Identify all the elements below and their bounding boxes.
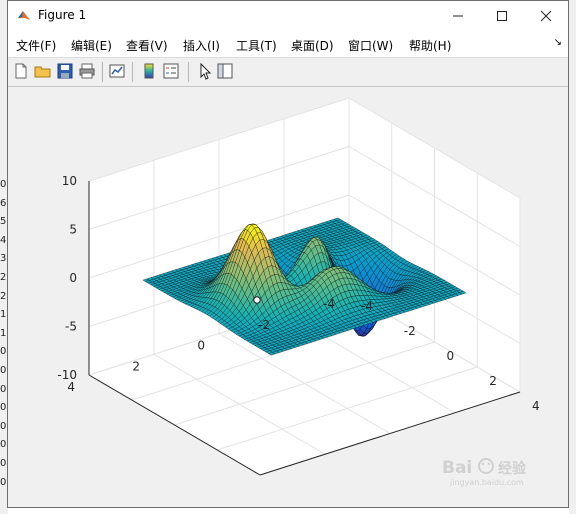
svg-text:jingyan.baidu.com: jingyan.baidu.com — [449, 478, 524, 487]
svg-text:Bai: Bai — [442, 458, 472, 478]
svg-text:经验: 经验 — [498, 460, 527, 477]
menu-bar: 文件(F) 编辑(E) 查看(V) 插入(I) 工具(T) 桌面(D) 窗口(W… — [8, 31, 568, 57]
z-tick-label: 0 — [69, 271, 77, 285]
window-title: Figure 1 — [38, 8, 87, 22]
background-window-right — [569, 0, 576, 514]
menu-file[interactable]: 文件(F) — [16, 37, 56, 54]
figure-window: Figure 1 文件(F) 编辑(E) 查看(V) 插入(I) 工具(T) 桌… — [7, 0, 569, 508]
toolbar-separator — [188, 62, 189, 82]
link-plot-icon[interactable] — [108, 62, 126, 80]
save-icon[interactable] — [56, 62, 74, 80]
close-button[interactable] — [524, 1, 568, 31]
x-tick-label: -4 — [361, 299, 373, 313]
x-tick-label: 2 — [489, 374, 497, 388]
toolbar — [8, 57, 568, 87]
insert-colorbar-icon[interactable] — [140, 62, 158, 80]
menu-insert[interactable]: 插入(I) — [183, 37, 220, 54]
z-tick-label: 5 — [69, 223, 77, 237]
minimize-button[interactable] — [436, 1, 480, 31]
surface-plot[interactable]: 1050-5-10420-2-4 -4-2024 — [8, 87, 568, 507]
menu-edit[interactable]: 编辑(E) — [71, 37, 112, 54]
baidu-watermark: Bai 经验 jingyan.baidu.com — [442, 458, 527, 487]
matlab-logo-icon — [18, 11, 30, 20]
edit-plot-icon[interactable] — [196, 62, 214, 80]
close-icon — [540, 10, 552, 22]
menu-desktop[interactable]: 桌面(D) — [291, 37, 334, 54]
maximize-button[interactable] — [480, 1, 524, 31]
open-file-icon[interactable] — [34, 62, 52, 80]
y-tick-label: 0 — [197, 339, 205, 353]
menu-help[interactable]: 帮助(H) — [409, 37, 451, 54]
print-icon[interactable] — [78, 62, 96, 80]
property-inspector-icon[interactable] — [216, 62, 234, 80]
new-figure-icon[interactable] — [12, 62, 30, 80]
maximize-icon — [497, 11, 507, 21]
x-tick-label: -2 — [404, 324, 416, 338]
figure-canvas: 10 5 0 -5 -10 4 2 0 -2 -4 -4 -2 0 2 4 — [8, 87, 568, 507]
minimize-icon — [453, 15, 463, 17]
title-bar: Figure 1 — [8, 1, 568, 31]
y-tick-label: -2 — [258, 318, 270, 332]
toolbar-separator — [102, 62, 103, 82]
y-tick-label: 2 — [132, 359, 140, 373]
menu-tools[interactable]: 工具(T) — [236, 37, 277, 54]
dock-arrow-icon[interactable]: ↘ — [554, 37, 562, 48]
z-tick-label: 10 — [62, 174, 77, 188]
y-tick-label: -4 — [323, 297, 335, 311]
data-cursor-marker[interactable] — [253, 296, 261, 304]
insert-legend-icon[interactable] — [162, 62, 180, 80]
menu-window[interactable]: 窗口(W) — [348, 37, 393, 54]
x-tick-label: 4 — [532, 399, 540, 413]
z-tick-label: -5 — [65, 320, 77, 334]
y-tick-label: 4 — [67, 380, 75, 394]
x-tick-label: 0 — [447, 349, 455, 363]
menu-view[interactable]: 查看(V) — [126, 37, 168, 54]
toolbar-separator — [132, 62, 133, 82]
